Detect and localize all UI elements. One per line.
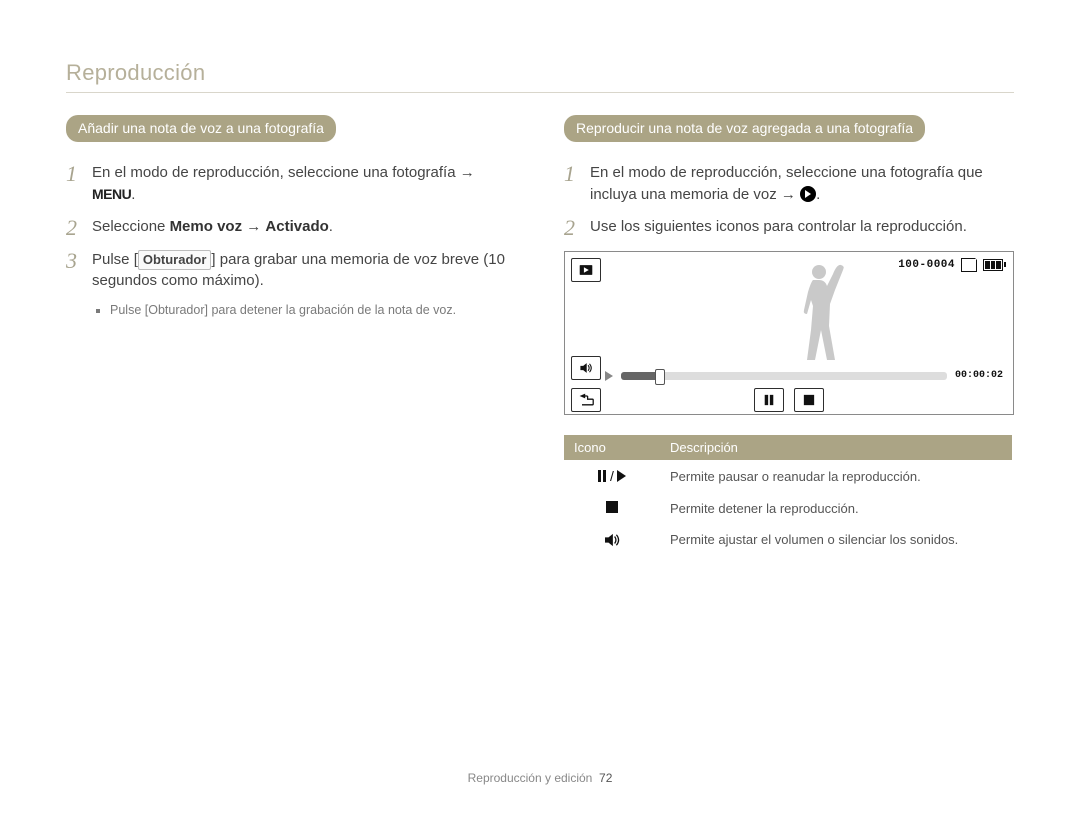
desc-cell: Permite detener la reproducción. [660, 493, 1012, 524]
right-heading-pill: Reproducir una nota de voz agregada a un… [564, 115, 925, 142]
back-button[interactable] [571, 388, 601, 412]
page-number: 72 [599, 771, 612, 785]
icon-description-table: Icono Descripción / Permite pausar o rea… [564, 435, 1012, 556]
pause-play-icon: / [598, 468, 626, 484]
manual-page: Reproducción Añadir una nota de voz a un… [0, 0, 1080, 815]
step-number: 1 [564, 163, 590, 185]
t: Pulse [ [92, 251, 138, 268]
page-footer: Reproducción y edición 72 [0, 771, 1080, 785]
section-rule [66, 92, 1014, 93]
icon-cell-volume [564, 524, 660, 556]
step-text-suffix: . [131, 186, 135, 203]
t: → [242, 218, 265, 235]
icon-cell-pauseplay: / [564, 460, 660, 493]
left-step-1: 1 En el modo de reproducción, seleccione… [66, 162, 516, 206]
mini-play-icon [605, 371, 613, 381]
back-arrow-icon [578, 393, 594, 407]
t-bold: Activado [265, 218, 328, 235]
lcd-bottom-bar [565, 386, 1013, 414]
header-desc: Descripción [660, 435, 1012, 460]
progress-bar-row: 00:00:02 [605, 368, 1003, 384]
step-text: En el modo de reproducción, seleccione u… [590, 164, 983, 203]
menu-icon: MENU [92, 186, 131, 202]
elapsed-time: 00:00:02 [955, 370, 1003, 381]
table-row: Permite ajustar el volumen o silenciar l… [564, 524, 1012, 556]
desc-cell: Permite pausar o reanudar la reproducció… [660, 460, 1012, 493]
memory-card-icon [961, 258, 977, 272]
silhouette-figure [781, 260, 861, 364]
t: Seleccione [92, 218, 170, 235]
playback-mode-icon [571, 258, 601, 282]
left-column: Añadir una nota de voz a una fotografía … [66, 115, 516, 555]
lcd-left-buttons [571, 356, 601, 380]
stop-button[interactable] [794, 388, 824, 412]
step-text: En el modo de reproducción, seleccione u… [92, 164, 475, 181]
progress-thumb[interactable] [655, 369, 665, 385]
button-key-label: Obturador [138, 250, 212, 271]
camera-lcd-preview: 100-0004 [564, 251, 1014, 415]
volume-button[interactable] [571, 356, 601, 380]
battery-icon [983, 259, 1003, 271]
left-step-3-sub: Pulse [Obturador] para detener la grabac… [92, 302, 516, 320]
step-number: 1 [66, 163, 92, 185]
right-column: Reproducir una nota de voz agregada a un… [564, 115, 1014, 555]
step-body: Pulse [Obturador] para grabar una memori… [92, 249, 516, 293]
progress-track[interactable] [621, 372, 947, 380]
pause-button[interactable] [754, 388, 784, 412]
step-number: 3 [66, 250, 92, 272]
table-header-row: Icono Descripción [564, 435, 1012, 460]
step-number: 2 [564, 217, 590, 239]
button-key-label: Obturador [148, 303, 204, 317]
lcd-transport-controls [754, 388, 824, 412]
left-heading-pill: Añadir una nota de voz a una fotografía [66, 115, 336, 142]
file-counter: 100-0004 [898, 259, 955, 271]
icon-cell-stop [564, 493, 660, 524]
lcd-top-left-buttons [571, 258, 601, 282]
step-number: 2 [66, 217, 92, 239]
step-body: En el modo de reproducción, seleccione u… [92, 162, 516, 206]
right-step-2: 2 Use los siguientes iconos para control… [564, 216, 1014, 239]
header-icon: Icono [564, 435, 660, 460]
pause-icon [763, 394, 775, 406]
t-bold: Memo voz [170, 218, 243, 235]
stop-icon [803, 394, 815, 406]
footer-section: Reproducción y edición [468, 771, 593, 785]
stop-icon [606, 501, 618, 513]
step-body: Seleccione Memo voz → Activado. [92, 216, 516, 238]
lcd-status-bar: 100-0004 [898, 258, 1003, 272]
step-text-suffix: . [816, 186, 820, 203]
play-rect-icon [579, 263, 593, 277]
playback-disc-icon [800, 186, 816, 202]
t: Pulse [ [110, 303, 148, 317]
table-row: Permite detener la reproducción. [564, 493, 1012, 524]
t: . [329, 218, 333, 235]
left-step-2: 2 Seleccione Memo voz → Activado. [66, 216, 516, 239]
left-step-3: 3 Pulse [Obturador] para grabar una memo… [66, 249, 516, 293]
two-column-layout: Añadir una nota de voz a una fotografía … [66, 115, 1014, 555]
t: ] para detener la grabación de la nota d… [205, 303, 457, 317]
step-body: En el modo de reproducción, seleccione u… [590, 162, 1014, 206]
right-step-1: 1 En el modo de reproducción, seleccione… [564, 162, 1014, 206]
table-row: / Permite pausar o reanudar la reproducc… [564, 460, 1012, 493]
volume-icon [579, 361, 593, 375]
section-title: Reproducción [66, 60, 1014, 86]
volume-icon [603, 533, 621, 547]
step-text: Use los siguientes iconos para controlar… [590, 218, 967, 235]
step-body: Use los siguientes iconos para controlar… [590, 216, 1014, 238]
desc-cell: Permite ajustar el volumen o silenciar l… [660, 524, 1012, 556]
